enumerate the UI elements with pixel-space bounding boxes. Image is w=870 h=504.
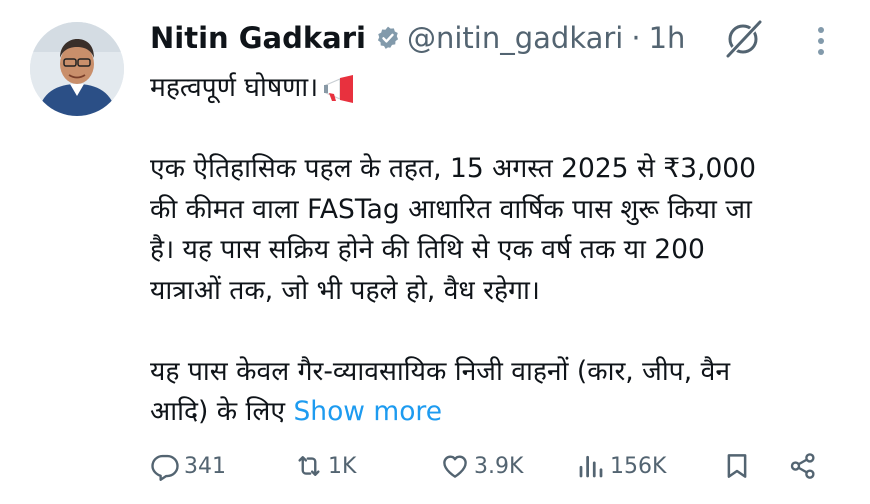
tweet-header: Nitin Gadkari @nitin_gadkari · 1h [150,18,685,58]
tweet-line-2: एक ऐतिहासिक पहल के तहत, 15 अगस्त 2025 से… [150,153,757,184]
views-icon [579,455,603,478]
tweet-line-3: की कीमत वाला FASTag आधारित वार्षिक पास श… [150,193,752,225]
author-name[interactable]: Nitin Gadkari [150,21,366,55]
views-count: 156K [610,453,667,479]
tweet-line-1: महत्वपूर्ण घोषणा। [150,72,319,103]
tweet-actions: 341 1K 3.9K 156K [150,446,830,486]
share-button[interactable] [788,446,818,486]
repost-button[interactable]: 1K [294,446,356,486]
tweet-line-5: यात्राओं तक, जो भी पहले हो, वैध रहेगा। [150,274,540,306]
more-options-icon[interactable] [806,22,836,62]
tweet-text: महत्वपूर्ण घोषणा। एक ऐतिहासिक पहल के तहत… [150,68,850,433]
like-icon [443,455,467,478]
like-count: 3.9K [474,453,524,479]
tweet-line-6: यह पास केवल गैर-व्यावसायिक निजी वाहनों (… [150,355,731,387]
like-button[interactable]: 3.9K [440,446,523,486]
share-icon [790,453,815,479]
avatar[interactable] [30,22,124,116]
repost-count: 1K [328,453,357,479]
reply-count: 341 [184,453,226,479]
tweet-line-7: आदि) के लिए [150,396,294,427]
grok-icon[interactable] [720,16,766,62]
author-handle[interactable]: @nitin_gadkari [407,21,623,55]
views-button[interactable]: 156K [576,446,666,486]
bookmark-icon [727,454,747,478]
tweet-time[interactable]: 1h [649,21,686,55]
verified-badge-icon [377,26,399,49]
reply-icon [151,454,179,481]
tweet-line-4: है। यह पास सक्रिय होने की तिथि से एक वर्… [150,234,705,265]
megaphone-emoji [324,74,354,103]
meta-separator: · [631,21,641,55]
reply-button[interactable]: 341 [150,446,226,486]
bookmark-button[interactable] [722,446,752,486]
repost-icon [298,456,320,476]
show-more-link[interactable]: Show more [293,396,442,427]
